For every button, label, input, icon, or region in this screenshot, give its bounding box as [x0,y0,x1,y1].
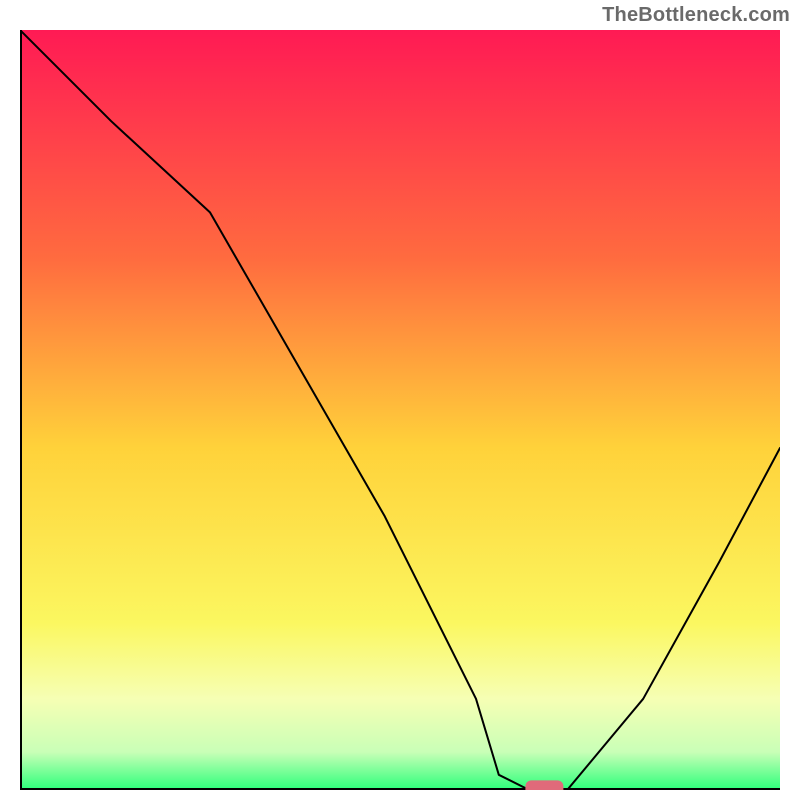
optimal-marker [525,780,563,790]
gradient-background [20,30,780,790]
watermark-text: TheBottleneck.com [602,4,790,27]
bottleneck-chart [20,30,780,790]
plot-frame [20,30,780,790]
chart-container: TheBottleneck.com [0,0,800,800]
